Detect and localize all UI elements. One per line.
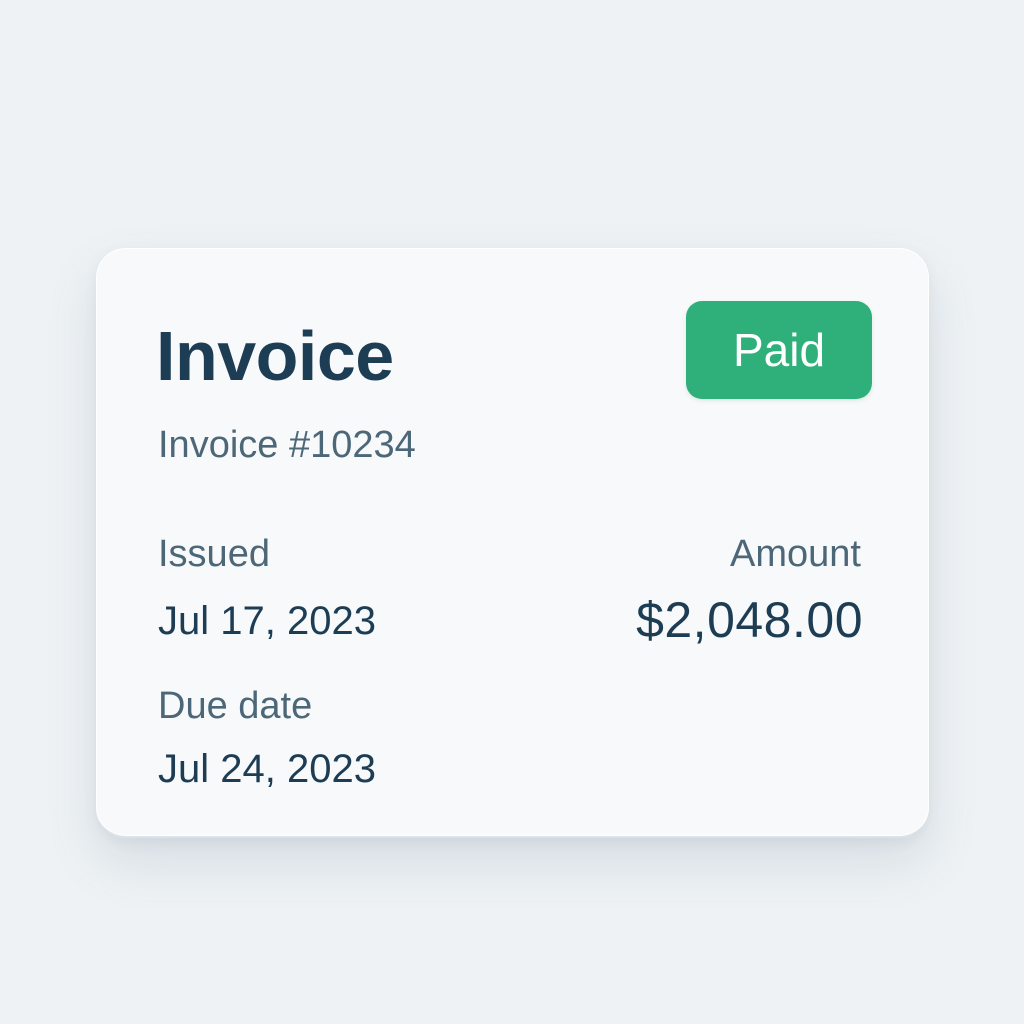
invoice-card: Invoice Paid Invoice #10234 Issued Jul 1… — [96, 248, 929, 838]
due-date-value: Jul 24, 2023 — [158, 747, 376, 791]
issued-label: Issued — [158, 533, 270, 575]
amount-label: Amount — [730, 533, 861, 575]
amount-value: $2,048.00 — [636, 592, 863, 648]
due-date-label: Due date — [158, 685, 313, 727]
issued-date: Jul 17, 2023 — [158, 599, 376, 643]
invoice-number: Invoice #10234 — [158, 424, 416, 466]
paid-status-badge: Paid — [686, 301, 872, 399]
invoice-title: Invoice — [156, 317, 394, 395]
